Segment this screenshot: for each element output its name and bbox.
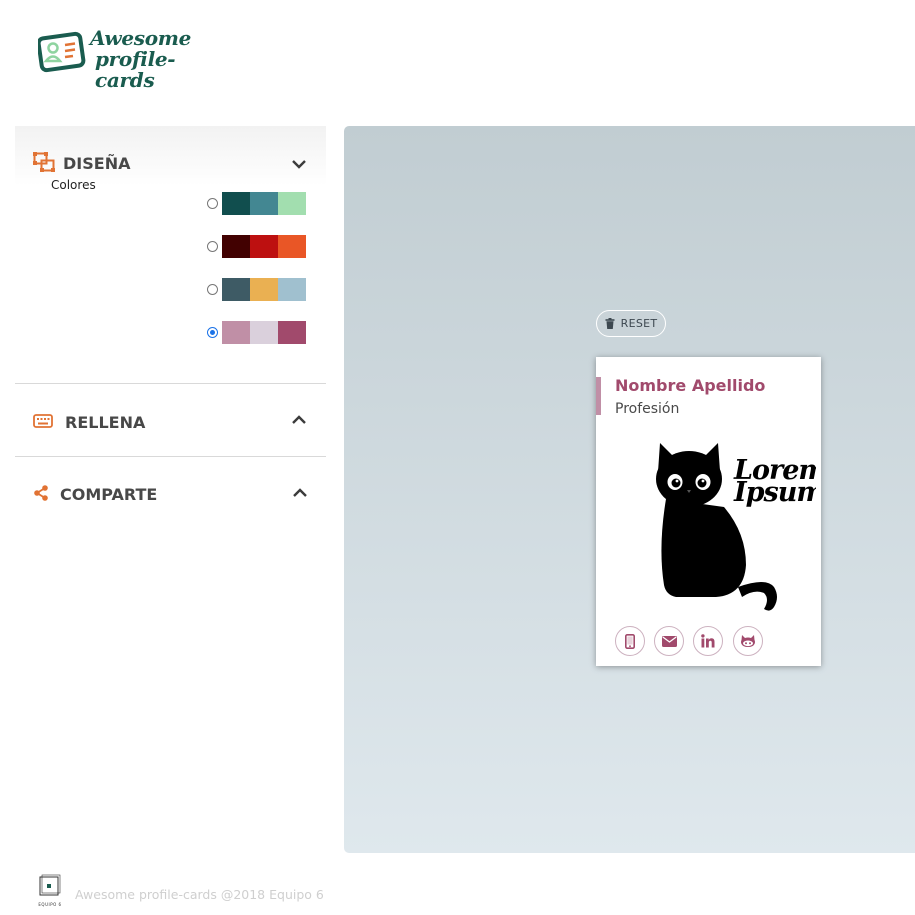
share-icon: [34, 485, 48, 501]
section-divider: [15, 456, 326, 457]
reset-button[interactable]: RESET: [596, 310, 666, 337]
chevron-up-icon[interactable]: [292, 487, 308, 499]
fill-section-title[interactable]: RELLENA: [65, 413, 145, 432]
linkedin-link[interactable]: [693, 626, 723, 656]
palette-radio[interactable]: [207, 327, 218, 338]
phone-link[interactable]: [615, 626, 645, 656]
palette-swatch: [278, 192, 306, 215]
palette-radio[interactable]: [207, 198, 218, 209]
team-logo-icon: [39, 874, 61, 896]
trash-icon: [605, 318, 615, 329]
footer-copyright: Awesome profile-cards @2018 Equipo 6: [75, 887, 324, 902]
card-job: Profesión: [615, 401, 680, 417]
github-link[interactable]: [733, 626, 763, 656]
cat-tail: [738, 582, 777, 611]
team-logo: EQUIPO 6: [35, 874, 65, 912]
palette-swatch: [222, 192, 250, 215]
design-object-group-icon: [33, 152, 55, 172]
header: Awesome profile-cards: [0, 0, 915, 104]
design-section-header[interactable]: [15, 126, 326, 186]
design-section-title[interactable]: DISEÑA: [63, 154, 130, 173]
reset-label: RESET: [620, 317, 658, 330]
keyboard-icon: [33, 414, 53, 428]
logo-text: Awesome profile-cards: [90, 28, 228, 91]
palette-swatch: [250, 321, 278, 344]
palette-swatch: [278, 321, 306, 344]
palette-swatch: [278, 278, 306, 301]
app-logo[interactable]: Awesome profile-cards: [38, 28, 228, 91]
card-preview-area: RESET Nombre Apellido Profesión Lorem Ip…: [344, 126, 915, 853]
cat-head: [656, 451, 722, 507]
footer: EQUIPO 6 Awesome profile-cards @2018 Equ…: [0, 864, 915, 915]
palette-swatch: [222, 278, 250, 301]
palette-swatch: [278, 235, 306, 258]
palette-option[interactable]: [207, 192, 309, 215]
cat-body: [661, 499, 746, 597]
colors-label: Colores: [51, 178, 96, 192]
palette-swatch: [222, 235, 250, 258]
palette-radio[interactable]: [207, 241, 218, 252]
image-text-ipsum: Ipsum: [733, 477, 816, 508]
logo-line-2: profile-cards: [95, 47, 176, 92]
palette-radio[interactable]: [207, 284, 218, 295]
sidebar: DISEÑA Colores RELLENA COMPARTE: [0, 104, 344, 864]
email-icon: [661, 635, 677, 647]
palette-option[interactable]: [207, 321, 309, 344]
chevron-down-icon[interactable]: [291, 158, 307, 170]
card-name: Nombre Apellido: [615, 376, 766, 395]
palette-swatch: [250, 192, 278, 215]
email-link[interactable]: [654, 626, 684, 656]
section-divider: [15, 383, 326, 384]
card-accent-bar: [596, 377, 601, 415]
profile-card-logo-icon: [38, 31, 86, 73]
profile-card: Nombre Apellido Profesión Lorem Ipsum: [596, 357, 821, 666]
card-profile-image: Lorem Ipsum: [656, 443, 816, 611]
palette-option[interactable]: [207, 235, 309, 258]
share-section-title[interactable]: COMPARTE: [60, 485, 157, 504]
palette-swatch: [250, 278, 278, 301]
palette-swatch: [222, 321, 250, 344]
linkedin-icon: [701, 634, 715, 648]
palette-option[interactable]: [207, 278, 309, 301]
github-icon: [741, 635, 755, 647]
logo-line-1: Awesome: [90, 26, 192, 50]
chevron-up-icon[interactable]: [291, 414, 307, 426]
team-badge: EQUIPO 6: [38, 902, 62, 907]
phone-icon: [625, 633, 635, 649]
palette-swatch: [250, 235, 278, 258]
